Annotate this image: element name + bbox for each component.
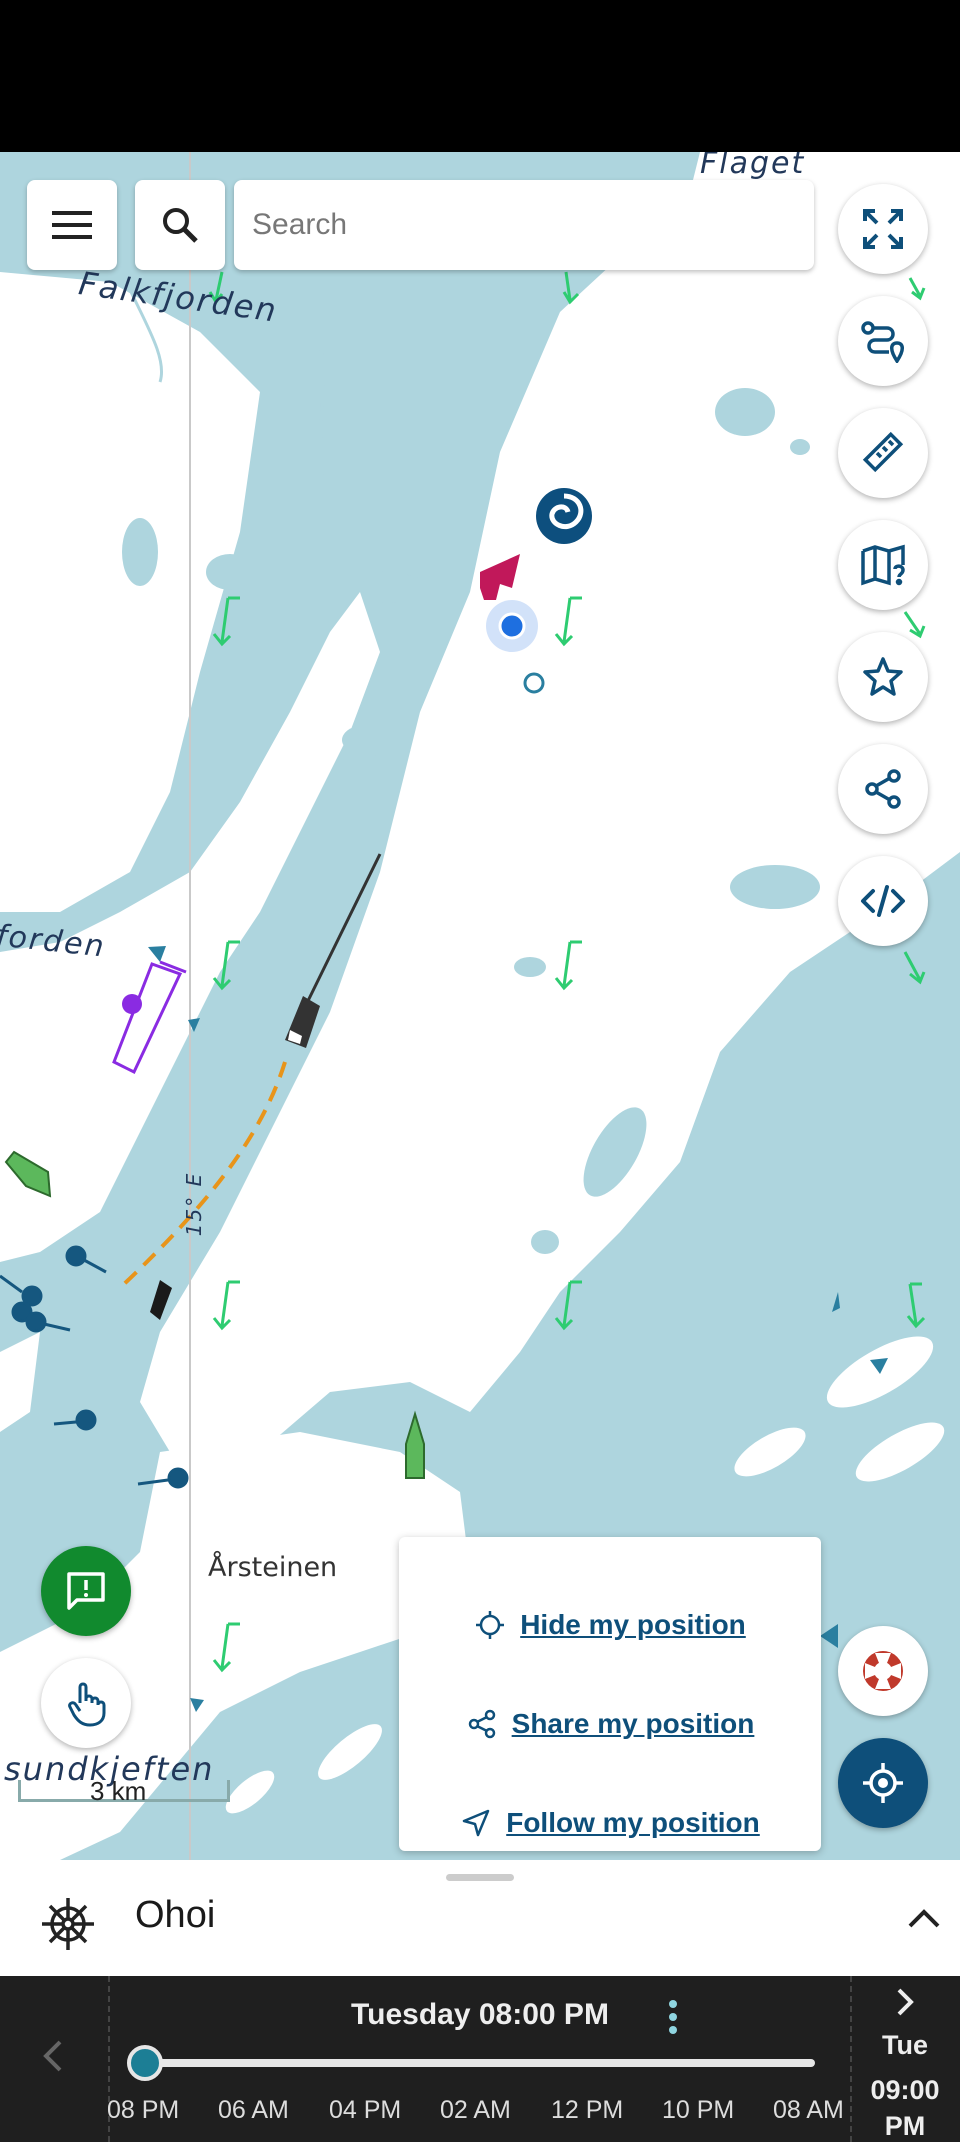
share-position-label: Share my position xyxy=(511,1708,755,1739)
my-location-button[interactable] xyxy=(838,1738,928,1828)
touch-mode-button[interactable] xyxy=(41,1658,131,1748)
timeline-tick: 10 PM xyxy=(662,2096,735,2124)
scale-text: 3 km xyxy=(90,1776,147,1806)
position-menu: Hide my position Share my position Follo… xyxy=(399,1537,821,1851)
star-icon xyxy=(863,657,903,696)
emergency-button[interactable] xyxy=(838,1626,928,1716)
locate-icon xyxy=(863,1763,903,1803)
route-button[interactable] xyxy=(838,296,928,386)
follow-position-item[interactable]: Follow my position xyxy=(399,1793,821,1853)
status-bar xyxy=(0,0,960,152)
embed-button[interactable] xyxy=(838,856,928,946)
label-flaget: Flaget xyxy=(700,152,806,181)
hide-position-item[interactable]: Hide my position xyxy=(399,1595,821,1655)
menu-icon xyxy=(52,211,92,239)
crosshair-icon xyxy=(476,1611,505,1639)
timeline-panel: Tuesday 08:00 PM 08 PM 06 AM 04 PM 02 AM… xyxy=(0,1976,960,2142)
timeline-tick: 04 PM xyxy=(329,2096,402,2124)
timeline-next-time: 09:00 xyxy=(870,2074,940,2105)
timeline-next-day: Tue xyxy=(882,2030,928,2061)
search-button[interactable] xyxy=(135,180,225,270)
timeline-next-ampm: PM xyxy=(884,2111,926,2142)
feedback-icon xyxy=(67,1572,105,1610)
timeline-slider-track[interactable] xyxy=(145,2059,815,2067)
route-icon xyxy=(861,321,904,363)
timeline-tick: 06 AM xyxy=(218,2096,289,2124)
navigation-arrow-icon xyxy=(462,1809,490,1837)
search-icon xyxy=(163,208,198,243)
hide-position-label: Hide my position xyxy=(520,1609,746,1640)
search-input[interactable] xyxy=(234,180,814,270)
ruler-icon xyxy=(862,431,904,473)
timeline-slider-thumb[interactable] xyxy=(127,2045,163,2081)
code-icon xyxy=(861,885,905,917)
map-help-button[interactable] xyxy=(838,520,928,610)
share-icon xyxy=(468,1709,495,1739)
timeline-tick: 08 AM xyxy=(773,2096,844,2124)
follow-position-label: Follow my position xyxy=(506,1807,760,1838)
sheet-title: Ohoi xyxy=(135,1894,216,1936)
timeline-tick: 08 PM xyxy=(107,2096,180,2124)
share-icon xyxy=(865,769,901,809)
touch-icon xyxy=(68,1682,106,1727)
timeline-current-time: Tuesday 08:00 PM xyxy=(351,1998,609,2031)
menu-button[interactable] xyxy=(27,180,117,270)
timeline-tick: 12 PM xyxy=(551,2096,624,2124)
helm-icon xyxy=(42,1898,94,1950)
more-vert-icon[interactable] xyxy=(658,1996,688,2038)
chevron-left-icon[interactable] xyxy=(38,2036,68,2076)
ruler-button[interactable] xyxy=(838,408,928,498)
chevron-right-icon xyxy=(897,1988,914,2016)
timeline-tick: 02 AM xyxy=(440,2096,511,2124)
search-field[interactable] xyxy=(234,180,814,270)
timeline-next-button[interactable]: Tue 09:00 PM xyxy=(850,1976,960,2142)
fullscreen-icon xyxy=(863,209,903,249)
sheet-drag-handle[interactable] xyxy=(446,1874,514,1881)
fullscreen-button[interactable] xyxy=(838,184,928,274)
chevron-up-icon[interactable] xyxy=(906,1904,942,1932)
map-help-icon xyxy=(861,544,905,586)
favorites-button[interactable] xyxy=(838,632,928,722)
lifebuoy-icon xyxy=(863,1651,903,1691)
label-longitude: 15° E xyxy=(182,1171,207,1237)
share-position-item[interactable]: Share my position xyxy=(399,1694,821,1754)
feedback-button[interactable] xyxy=(41,1546,131,1636)
label-arsteinen: Årsteinen xyxy=(208,1552,338,1583)
share-button[interactable] xyxy=(838,744,928,834)
